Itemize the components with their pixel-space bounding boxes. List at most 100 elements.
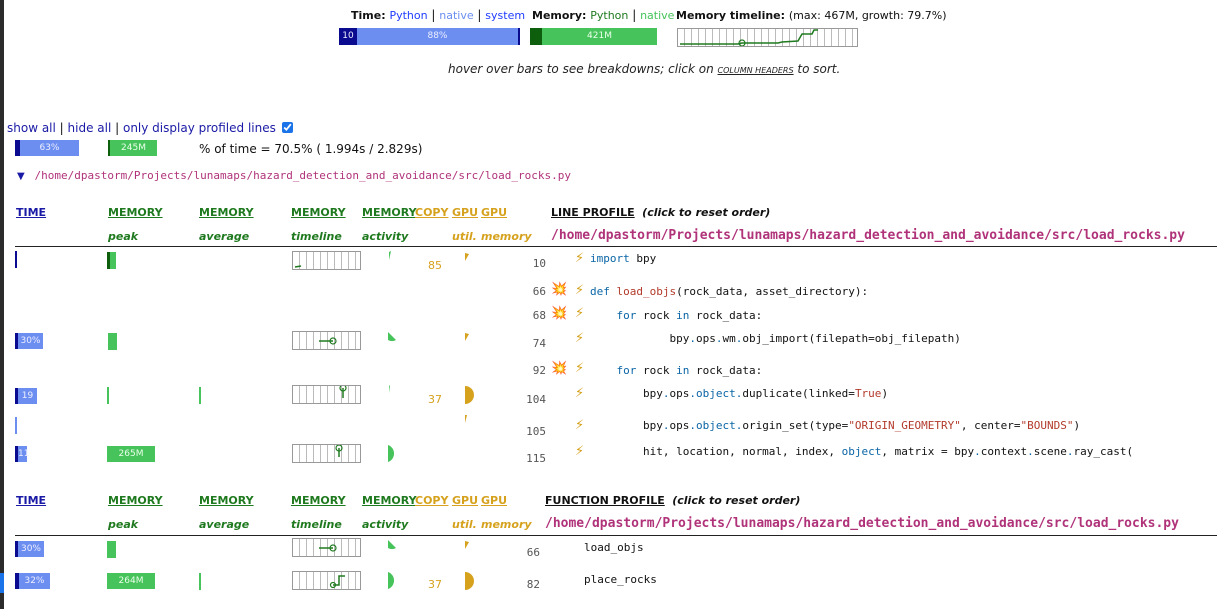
time-bar[interactable]: 11 (15, 446, 29, 462)
line-memory-timeline[interactable] (292, 331, 361, 350)
lightning-icon[interactable]: ⚡ (575, 386, 584, 401)
lightning-icon[interactable]: ⚡ (575, 361, 584, 376)
overall-memory-bar[interactable]: 421M (530, 28, 657, 45)
col-memory-timeline-header[interactable]: MEMORY (291, 206, 346, 219)
hide-all-link[interactable]: hide all (68, 121, 112, 135)
copy-value: 37 (428, 393, 442, 406)
file-time-bar[interactable]: 63% (15, 140, 79, 156)
code-line: bpy.ops.object.origin_set(type="ORIGIN_G… (590, 419, 1081, 432)
lightning-icon[interactable]: ⚡ (575, 251, 584, 266)
fn-time-bar[interactable]: 32% (15, 573, 50, 589)
memory-peak-bar[interactable] (107, 387, 109, 404)
copy-value: 85 (428, 259, 442, 272)
lightning-icon[interactable]: ⚡ (575, 306, 584, 321)
memory-average-bar[interactable] (199, 387, 201, 404)
fn-col-gpu-memory-header[interactable]: GPU (481, 494, 507, 507)
fn-col-memory-average-header[interactable]: MEMORY (199, 494, 254, 507)
col-memory-peak-header[interactable]: MEMORY (108, 206, 163, 219)
line-memory-timeline[interactable] (292, 251, 361, 270)
optimize-explosion-icon[interactable]: 💥 (551, 282, 567, 297)
col-memory-activity-header[interactable]: MEMORY (362, 206, 417, 219)
optimize-explosion-icon[interactable]: 💥 (551, 361, 567, 376)
percent-of-time: % of time = 70.5% ( 1.994s / 2.829s) (199, 142, 423, 156)
optimize-explosion-icon[interactable]: 💥 (551, 306, 567, 321)
line-number: 68 (532, 309, 546, 322)
fn-col-time-header[interactable]: TIME (16, 494, 46, 507)
line-number: 74 (532, 337, 546, 350)
col-memory-average-header[interactable]: MEMORY (199, 206, 254, 219)
fn-memory-peak-bar[interactable] (107, 541, 116, 558)
gpu-util-pie (465, 253, 469, 261)
sub-activity: activity (362, 230, 409, 243)
memory-activity-pie (388, 445, 395, 462)
fn-time-bar[interactable]: 30% (15, 541, 44, 557)
fn-memory-activity-pie (388, 572, 395, 589)
time-bar[interactable] (15, 251, 17, 268)
col-time-header[interactable]: TIME (16, 206, 46, 219)
memory-timeline-sparkline (680, 29, 818, 46)
fn-memory-peak-bar[interactable]: 264M (107, 573, 155, 589)
collapse-toggle-icon[interactable]: ▼ (17, 171, 25, 182)
fn-col-gpu-util-header[interactable]: GPU (452, 494, 478, 507)
time-python-legend: Python (389, 9, 428, 22)
time-bar[interactable]: 19 (15, 388, 37, 404)
time-bar[interactable]: 30% (15, 333, 43, 349)
lightning-icon[interactable]: ⚡ (575, 331, 584, 346)
lightning-icon[interactable]: ⚡ (575, 444, 584, 459)
sub-gpu-util: util. (452, 230, 477, 243)
fn-line-number: 66 (526, 546, 540, 559)
code-line: hit, location, normal, index, object, ma… (590, 445, 1134, 458)
memory-python-segment (530, 28, 542, 45)
code-line: def load_objs(rock_data, asset_directory… (590, 285, 869, 298)
function-profile-file-path: /home/dpastorm/Projects/lunamaps/hazard_… (545, 516, 1179, 531)
fn-memory-timeline[interactable] (292, 538, 361, 557)
col-copy-header[interactable]: COPY (415, 206, 448, 219)
fn-col-copy-header[interactable]: COPY (415, 494, 448, 507)
file-memory-bar[interactable]: 245M (108, 140, 157, 156)
col-gpu-memory-header[interactable]: GPU (481, 206, 507, 219)
memory-peak-bar[interactable] (107, 252, 116, 269)
line-memory-timeline[interactable] (292, 385, 361, 404)
overall-time-bar[interactable]: 10 88% (339, 28, 520, 45)
time-system-legend: system (485, 9, 526, 22)
line-memory-timeline[interactable] (292, 444, 361, 463)
fn-col-memory-activity-header[interactable]: MEMORY (362, 494, 417, 507)
memory-peak-bar[interactable] (108, 333, 117, 350)
fn-col-memory-peak-header[interactable]: MEMORY (108, 494, 163, 507)
line-profile-file-path: /home/dpastorm/Projects/lunamaps/hazard_… (551, 228, 1185, 243)
fn-memory-timeline[interactable] (292, 571, 361, 590)
fn-sub-activity: activity (362, 518, 409, 531)
only-profiled-checkbox[interactable] (281, 122, 293, 133)
fn-gpu-util-pie (465, 572, 474, 590)
gpu-util-pie (465, 415, 467, 423)
line-number: 92 (532, 364, 546, 377)
file-path-link[interactable]: /home/dpastorm/Projects/lunamaps/hazard_… (35, 169, 571, 182)
code-line: for rock in rock_data: (616, 309, 763, 322)
time-native-segment: 10 (339, 28, 357, 45)
memory-timeline-label: Memory timeline: (max: 467M, growth: 79.… (676, 9, 947, 22)
time-bar[interactable] (15, 417, 17, 434)
fn-memory-average-bar[interactable] (199, 573, 201, 590)
line-profile-divider (15, 246, 1217, 247)
file-header[interactable]: ▼ /home/dpastorm/Projects/lunamaps/hazar… (17, 168, 571, 182)
memory-activity-pie (389, 385, 390, 393)
sub-timeline: timeline (291, 230, 342, 243)
memory-native-legend: native (640, 9, 675, 22)
memory-peak-bar[interactable]: 265M (107, 446, 155, 462)
fn-sub-peak: peak (108, 518, 139, 531)
code-line: bpy.ops.object.duplicate(linked=True) (590, 387, 889, 400)
lightning-icon[interactable]: ⚡ (575, 283, 584, 298)
function-name[interactable]: load_objs (584, 541, 644, 554)
function-profile-header[interactable]: FUNCTION PROFILE (click to reset order) (545, 494, 800, 507)
fn-col-memory-timeline-header[interactable]: MEMORY (291, 494, 346, 507)
function-name[interactable]: place_rocks (584, 573, 657, 586)
fn-memory-activity-pie (388, 540, 396, 550)
line-profile-header[interactable]: LINE PROFILE (click to reset order) (551, 206, 770, 219)
col-gpu-util-header[interactable]: GPU (452, 206, 478, 219)
sub-average: average (199, 230, 250, 243)
sub-peak: peak (108, 230, 139, 243)
fn-gpu-util-pie (465, 541, 469, 549)
overall-memory-timeline[interactable] (677, 28, 858, 47)
lightning-icon[interactable]: ⚡ (575, 418, 584, 433)
show-all-link[interactable]: show all (7, 121, 56, 135)
